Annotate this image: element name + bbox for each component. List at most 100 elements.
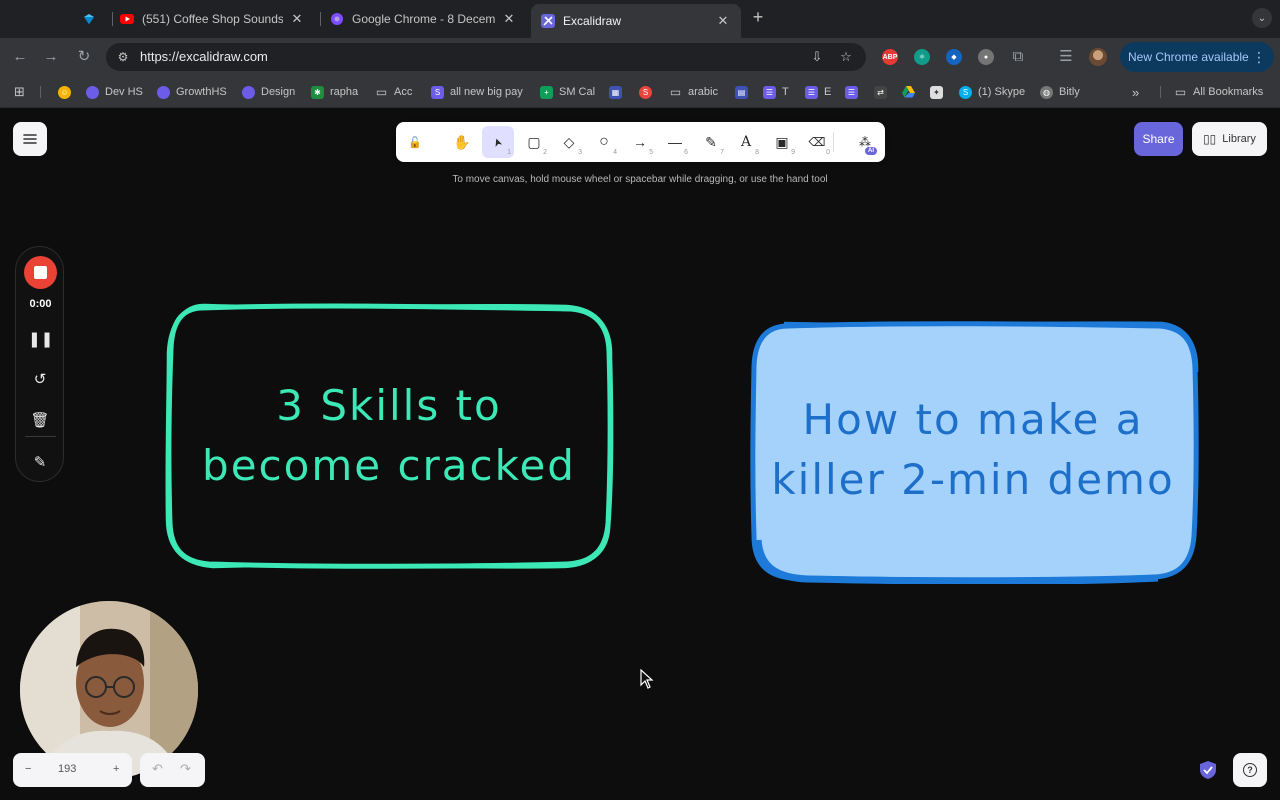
eraser-tool-button[interactable]: ⌫ 0 (801, 126, 833, 158)
apps-grid-icon[interactable]: ⊞ (14, 84, 25, 100)
install-app-icon[interactable]: ⇩ (808, 48, 826, 66)
zoom-out-button[interactable]: − (25, 763, 31, 775)
tab-title: (551) Coffee Shop Sounds for (142, 12, 283, 26)
bookmark-item[interactable]: ✱ rapha (311, 84, 358, 100)
share-button[interactable]: Share (1134, 122, 1183, 156)
bookmark-item[interactable]: ☰ E (805, 84, 831, 100)
help-button[interactable]: ? (1233, 753, 1267, 787)
book-icon: ▯▯ (1203, 132, 1217, 146)
gem-extension-icon[interactable]: ◆ (946, 49, 962, 65)
tab-coffee-shop[interactable]: (551) Coffee Shop Sounds for ✕ (110, 6, 315, 32)
restart-button[interactable]: ↺ (28, 369, 52, 391)
folder-icon: ▭ (669, 85, 682, 99)
reload-button[interactable]: ↻ (74, 47, 94, 67)
reading-list-icon[interactable]: ☰ (1056, 47, 1076, 67)
globe-icon: ◍ (1040, 85, 1053, 99)
more-menu-icon[interactable]: ⋮ (1252, 49, 1266, 66)
bookmark-folder[interactable]: ▭ Acc (375, 84, 413, 100)
bookmark-star-icon[interactable]: ☆ (837, 48, 855, 66)
close-icon[interactable]: ✕ (715, 13, 731, 29)
close-icon[interactable]: ✕ (289, 11, 305, 27)
tab-strip: (551) Coffee Shop Sounds for ✕ Google Ch… (0, 0, 1280, 38)
diamond-icon: ◇ (563, 133, 575, 150)
lock-icon: 🔓 (408, 136, 422, 149)
extensions-puzzle-icon[interactable]: ⧉ (1008, 47, 1028, 67)
canvas-hint: To move canvas, hold mouse wheel or spac… (452, 174, 828, 185)
bookmark-item[interactable]: S (639, 84, 658, 100)
trash-icon: 🗑 (30, 412, 50, 429)
rectangle-tool-button[interactable]: ▢ 2 (518, 126, 550, 158)
undo-icon[interactable]: ↶ (152, 761, 163, 777)
rectangle-icon: ▢ (527, 133, 541, 150)
new-chrome-button[interactable]: New Chrome available ⋮ (1120, 42, 1274, 72)
bookmark-item[interactable]: + SM Cal (540, 84, 595, 100)
bookmark-item[interactable]: ▦ (609, 84, 628, 100)
diamond-tool-button[interactable]: ◇ 3 (553, 126, 585, 158)
new-tab-button[interactable]: + (748, 8, 768, 28)
tab-google-chrome[interactable]: Google Chrome - 8 December ✕ (320, 6, 527, 32)
hamburger-icon (23, 134, 37, 144)
site-info-icon[interactable]: ⚙ (114, 48, 132, 66)
tab-excalidraw[interactable]: Excalidraw ✕ (531, 4, 741, 38)
screen-recorder-controls: 0:00 ❚❚ ↺ 🗑 ✎ (15, 246, 64, 482)
text-icon: A (740, 134, 752, 150)
hand-tool-button[interactable]: ✋ (446, 126, 478, 158)
pencil-icon: ✎ (33, 454, 47, 471)
bookmark-item[interactable]: ◍ Bitly (1040, 84, 1080, 100)
zoom-level[interactable]: 193 (58, 763, 76, 775)
bookmark-item[interactable]: ✦ (930, 84, 949, 100)
redo-icon[interactable]: ↷ (180, 761, 191, 777)
bookmark-item[interactable]: ☰ (845, 84, 864, 100)
tab-search-button[interactable]: ⌄ (1252, 8, 1272, 28)
excalidraw-canvas[interactable]: 🔓 ✋ ➤ 1 ▢ 2 ◇ 3 ○ 4 → 5 —6 ✎ 7 A8 ▣ 9 ⌫ 0 ⁂ AI To… (0, 108, 1280, 800)
forward-button[interactable]: → (41, 47, 61, 67)
pause-button[interactable]: ❚❚ (28, 329, 53, 351)
bookmark-item[interactable]: ☺ (58, 84, 77, 100)
bookmark-item[interactable]: Design (242, 84, 295, 100)
image-icon: ▣ (775, 133, 789, 150)
bookmark-item[interactable]: Sall new big pay (431, 84, 523, 100)
extension-icon[interactable]: ● (978, 49, 994, 65)
bookmarks-bar: ⊞ ☺ Dev HS GrowthHS Design ✱ rapha ▭ Acc S… (0, 76, 1280, 108)
bookmark-item[interactable]: ▤ (735, 84, 754, 100)
all-bookmarks[interactable]: ▭ All Bookmarks (1174, 84, 1263, 100)
lock-tool-button[interactable]: 🔓 (399, 126, 431, 158)
bookmark-item[interactable]: ☰ T (763, 84, 789, 100)
bookmark-item[interactable]: ⇄ (874, 84, 893, 100)
bookmark-item[interactable]: S (1) Skype (959, 84, 1025, 100)
text-tool-button[interactable]: A8 (730, 126, 762, 158)
more-tools-button[interactable]: ⁂ AI (849, 126, 881, 158)
react-devtools-icon[interactable]: ⚛ (914, 49, 930, 65)
selection-tool-button[interactable]: ➤ 1 (482, 126, 514, 158)
tab-pinned[interactable] (72, 6, 112, 32)
profile-avatar[interactable] (1089, 48, 1107, 66)
address-bar[interactable]: ⚙ https://excalidraw.com ⇩ ☆ (106, 43, 866, 71)
shield-check-icon[interactable] (1199, 760, 1217, 780)
pencil-icon: ✎ (705, 133, 717, 150)
arrow-tool-button[interactable]: → 5 (624, 126, 656, 158)
bookmark-item[interactable]: Dev HS (86, 84, 143, 100)
image-tool-button[interactable]: ▣ 9 (766, 126, 798, 158)
folder-icon: ▭ (375, 85, 388, 99)
stop-recording-button[interactable] (24, 256, 57, 289)
browser-toolbar: ← → ↻ ⚙ https://excalidraw.com ⇩ ☆ ABP ⚛… (0, 38, 1280, 76)
adblock-icon[interactable]: ABP (882, 49, 898, 65)
close-icon[interactable]: ✕ (501, 11, 517, 27)
draw-tool-button[interactable]: ✎ 7 (695, 126, 727, 158)
folder-icon: ▭ (1174, 85, 1187, 99)
drive-icon[interactable] (902, 84, 921, 100)
youtube-icon (120, 12, 134, 26)
delete-recording-button[interactable]: 🗑 (28, 410, 52, 432)
zoom-in-button[interactable]: + (113, 763, 119, 775)
library-button[interactable]: ▯▯ Library (1192, 122, 1267, 156)
line-tool-button[interactable]: —6 (659, 126, 691, 158)
back-button[interactable]: ← (10, 47, 30, 67)
main-menu-button[interactable] (13, 122, 47, 156)
zoom-controls: − 193 + (13, 753, 132, 787)
more-bookmarks-icon[interactable]: » (1132, 84, 1139, 100)
ellipse-tool-button[interactable]: ○ 4 (588, 126, 620, 158)
bookmark-item[interactable]: GrowthHS (157, 84, 227, 100)
ellipse-icon: ○ (599, 133, 609, 150)
bookmark-folder[interactable]: ▭ arabic (669, 84, 718, 100)
annotate-button[interactable]: ✎ (28, 452, 52, 474)
